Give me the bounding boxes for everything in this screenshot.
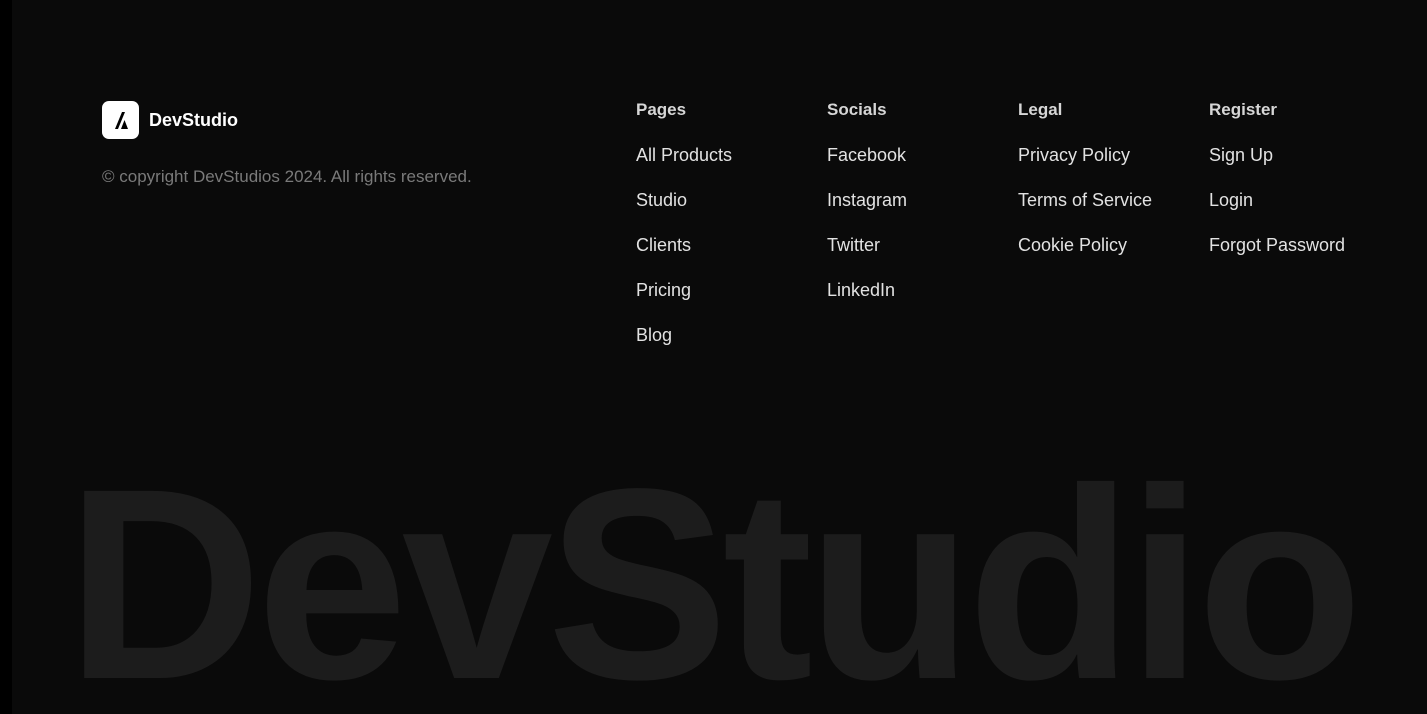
devstudio-logo-icon [102,101,139,139]
footer-link-forgot-password[interactable]: Forgot Password [1209,235,1345,255]
footer-link-linkedin[interactable]: LinkedIn [827,280,895,300]
footer-link-studio[interactable]: Studio [636,190,687,210]
footer-link-sign-up[interactable]: Sign Up [1209,145,1273,165]
footer-link-privacy-policy[interactable]: Privacy Policy [1018,145,1130,165]
footer-link-all-products[interactable]: All Products [636,145,732,165]
brand[interactable]: DevStudio [102,101,238,139]
copyright-text: © copyright DevStudios 2024. All rights … [102,167,472,186]
brand-name: DevStudio [149,109,239,130]
footer-link-clients[interactable]: Clients [636,235,691,255]
column-heading: Socials [827,100,887,119]
footer-link-instagram[interactable]: Instagram [827,190,907,210]
footer-link-blog[interactable]: Blog [636,325,672,345]
footer-column-socials: Socials Facebook Instagram Twitter Linke… [827,99,907,324]
footer-link-twitter[interactable]: Twitter [827,235,880,255]
footer: DevStudio © copyright DevStudios 2024. A… [12,0,1427,714]
column-heading: Pages [636,100,687,119]
brand-watermark: DevStudio [66,432,1363,714]
column-heading: Legal [1018,100,1063,119]
footer-link-login[interactable]: Login [1209,190,1253,210]
footer-column-pages: Pages All Products Studio Clients Pricin… [636,99,732,369]
footer-link-pricing[interactable]: Pricing [636,280,691,300]
footer-link-facebook[interactable]: Facebook [827,145,906,165]
footer-column-legal: Legal Privacy Policy Terms of Service Co… [1018,99,1152,279]
footer-link-terms-of-service[interactable]: Terms of Service [1018,190,1152,210]
footer-column-register: Register Sign Up Login Forgot Password [1209,99,1345,279]
column-heading: Register [1209,100,1278,119]
footer-link-cookie-policy[interactable]: Cookie Policy [1018,235,1127,255]
